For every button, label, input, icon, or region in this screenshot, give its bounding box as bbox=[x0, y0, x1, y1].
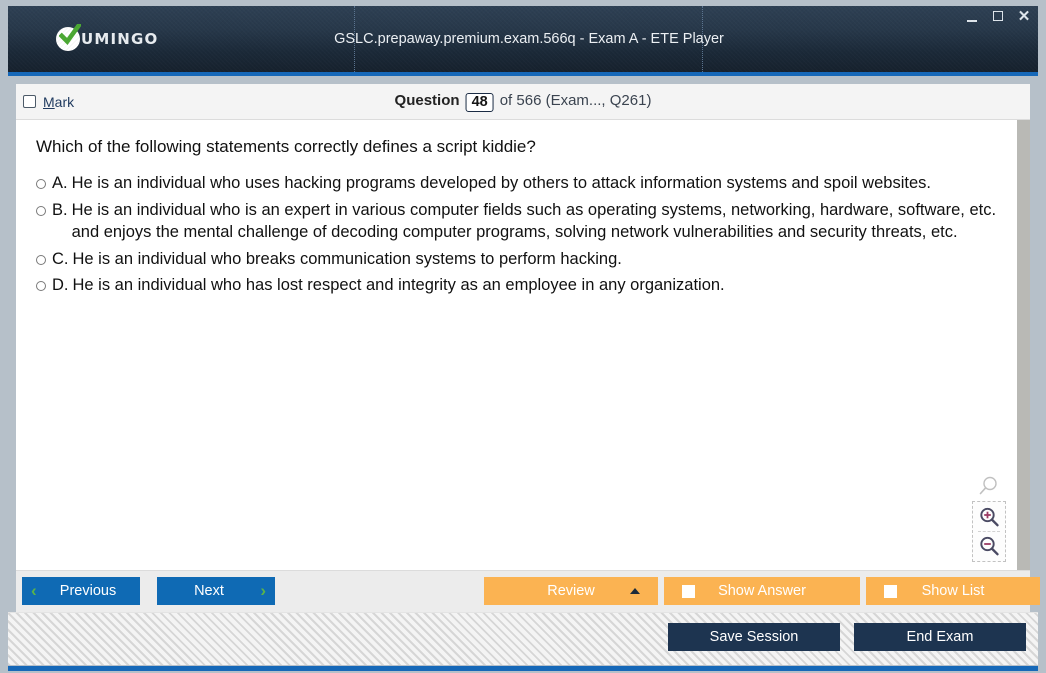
maximize-icon[interactable] bbox=[990, 8, 1006, 24]
answer-option[interactable]: D. He is an individual who has lost respe… bbox=[36, 275, 1011, 297]
navigation-action-bar: ‹ Previous Next › Review Show Answer Sho… bbox=[16, 570, 1040, 612]
answer-option-radio[interactable] bbox=[36, 281, 46, 292]
show-answer-checkbox bbox=[682, 584, 695, 598]
question-counter: Question 48 of 566 (Exam..., Q261) bbox=[394, 92, 652, 112]
question-word: Question bbox=[394, 92, 460, 109]
title-bar: UMINGO GSLC.prepaway.premium.exam.566q -… bbox=[8, 6, 1038, 72]
zoom-out-icon[interactable] bbox=[978, 535, 1000, 557]
show-list-checkbox bbox=[884, 584, 897, 598]
chevron-right-icon: › bbox=[260, 581, 266, 600]
mark-label-rest: ark bbox=[54, 93, 75, 110]
mark-checkbox-box bbox=[23, 95, 36, 108]
answer-option[interactable]: B. He is an individual who is an expert i… bbox=[36, 200, 1011, 244]
window-title-zone: GSLC.prepaway.premium.exam.566q - Exam A… bbox=[334, 6, 724, 72]
question-number-input[interactable]: 48 bbox=[465, 93, 494, 112]
save-session-button[interactable]: Save Session bbox=[668, 623, 840, 651]
logo-wordmark: UMINGO bbox=[81, 30, 159, 48]
window-controls: ✕ bbox=[964, 8, 1032, 24]
next-button[interactable]: Next › bbox=[157, 577, 275, 605]
answer-option-radio[interactable] bbox=[36, 206, 46, 217]
chevron-left-icon: ‹ bbox=[31, 581, 37, 600]
title-accent-line bbox=[8, 72, 1038, 76]
mark-accelerator: M bbox=[43, 93, 55, 110]
answer-option-letter: A. bbox=[52, 174, 68, 193]
mark-checkbox[interactable]: Mark bbox=[23, 94, 74, 110]
minimize-icon[interactable] bbox=[964, 8, 980, 24]
previous-button-label: Previous bbox=[59, 583, 117, 599]
zoom-tools bbox=[972, 475, 1006, 562]
mark-label: Mark bbox=[43, 94, 74, 110]
footer-accent-line bbox=[8, 666, 1038, 671]
review-button-label: Review bbox=[547, 583, 595, 599]
vumingo-logo: UMINGO bbox=[56, 24, 159, 51]
zoom-button-group bbox=[972, 501, 1006, 562]
magnifier-icon[interactable] bbox=[978, 475, 1000, 497]
answer-option-text: He is an individual who is an expert in … bbox=[71, 201, 997, 241]
show-list-label: Show List bbox=[921, 583, 985, 599]
question-text: Which of the following statements correc… bbox=[36, 137, 536, 156]
answer-option-letter: B. bbox=[52, 201, 68, 220]
show-list-button[interactable]: Show List bbox=[866, 577, 1040, 605]
question-meta-bar: Mark Question 48 of 566 (Exam..., Q261) bbox=[16, 84, 1030, 120]
answer-option-radio[interactable] bbox=[36, 254, 46, 265]
window-title: GSLC.prepaway.premium.exam.566q - Exam A… bbox=[334, 31, 724, 47]
review-dropdown-button[interactable]: Review bbox=[484, 577, 658, 605]
answer-option-text: He is an individual who has lost respect… bbox=[72, 276, 725, 295]
brand-logo-zone: UMINGO bbox=[8, 6, 355, 72]
zoom-separator bbox=[978, 531, 1000, 532]
answer-option-text: He is an individual who breaks communica… bbox=[72, 249, 622, 268]
question-content-pane: Which of the following statements correc… bbox=[16, 120, 1030, 570]
answer-option[interactable]: C. He is an individual who breaks communi… bbox=[36, 249, 1011, 271]
end-exam-label: End Exam bbox=[906, 629, 974, 645]
question-body: Which of the following statements correc… bbox=[16, 120, 1017, 570]
end-exam-button[interactable]: End Exam bbox=[854, 623, 1026, 651]
session-footer: Save Session End Exam bbox=[8, 612, 1038, 665]
chevron-up-icon bbox=[630, 588, 640, 594]
answer-option-radio[interactable] bbox=[36, 179, 46, 190]
close-icon[interactable]: ✕ bbox=[1016, 8, 1032, 24]
answer-options-list: A. He is an individual who uses hacking p… bbox=[36, 173, 1011, 297]
answer-option-letter: D. bbox=[52, 276, 69, 295]
previous-button[interactable]: ‹ Previous bbox=[22, 577, 140, 605]
check-circle-icon bbox=[56, 24, 81, 51]
question-total-label: of 566 (Exam..., Q261) bbox=[499, 92, 652, 109]
ete-player-window: UMINGO GSLC.prepaway.premium.exam.566q -… bbox=[0, 0, 1046, 673]
answer-option-letter: C. bbox=[52, 249, 69, 268]
next-button-label: Next bbox=[194, 583, 224, 599]
show-answer-button[interactable]: Show Answer bbox=[664, 577, 860, 605]
save-session-label: Save Session bbox=[709, 629, 799, 645]
zoom-in-icon[interactable] bbox=[978, 506, 1000, 528]
content-scrollbar[interactable] bbox=[1017, 120, 1030, 570]
show-answer-label: Show Answer bbox=[718, 583, 806, 599]
answer-option-text: He is an individual who uses hacking pro… bbox=[71, 174, 931, 193]
answer-option[interactable]: A. He is an individual who uses hacking p… bbox=[36, 173, 1011, 195]
